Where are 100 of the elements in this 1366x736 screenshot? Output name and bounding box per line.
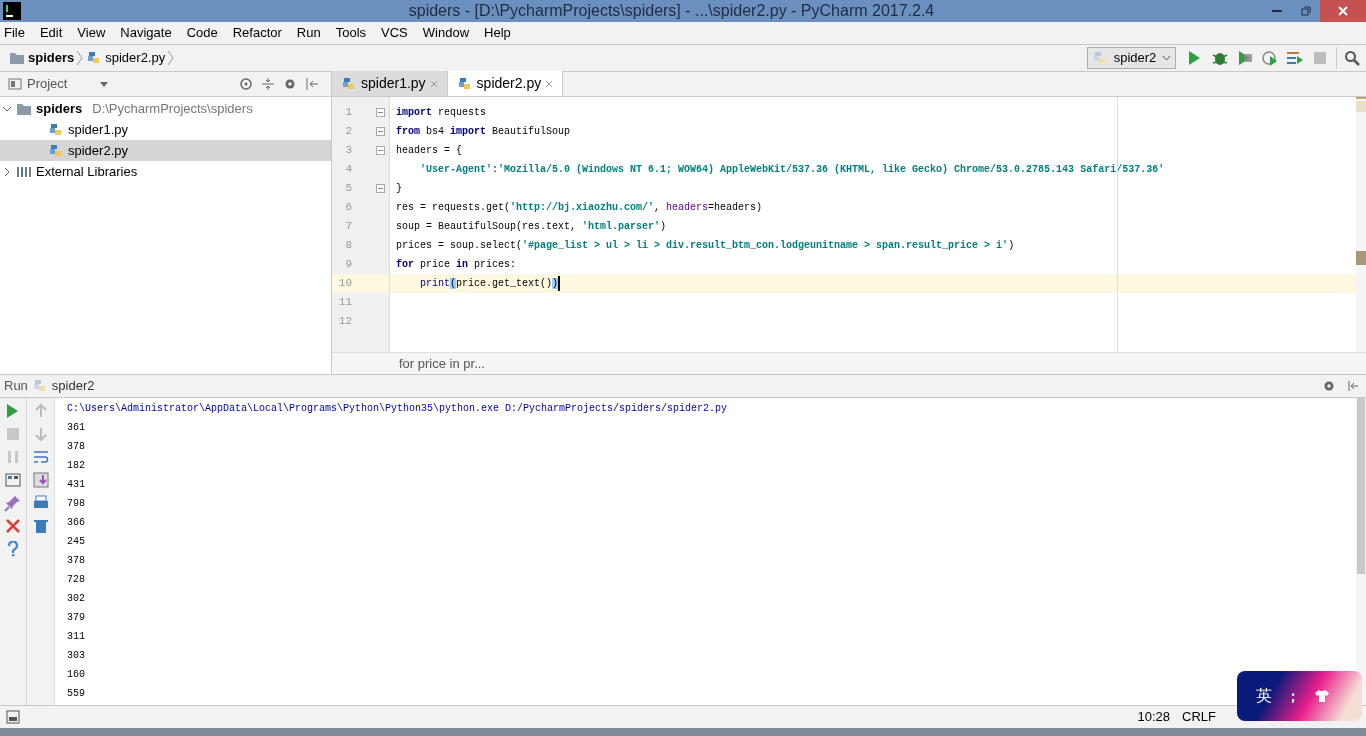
- code-line: prices = soup.select('#page_list > ul > li > div.result_btm_con.lodgeunitname > span.result_price > i'): [396, 239, 1015, 253]
- menu-item[interactable]: Refactor: [229, 23, 285, 43]
- line-number: 10: [337, 276, 352, 292]
- line-number: 11: [337, 295, 352, 311]
- code-breadcrumb[interactable]: for price in pr...: [399, 353, 485, 374]
- hide-panel-icon: [305, 77, 319, 91]
- console-line: 245: [67, 535, 85, 549]
- menu-item[interactable]: Run: [293, 23, 324, 43]
- close-icon: [429, 79, 438, 88]
- search-icon: [1343, 50, 1360, 66]
- code-line: print(price.get_text()): [419, 277, 559, 291]
- line-number: 9: [344, 257, 352, 273]
- close-button[interactable]: [1320, 0, 1366, 22]
- code-line: soup = BeautifulSoup(res.text, 'html.parser'): [396, 220, 667, 234]
- chevron-right-icon: [2, 166, 12, 177]
- pin-button[interactable]: [3, 493, 23, 512]
- python-file-icon: [48, 121, 64, 138]
- minimize-icon: [1272, 10, 1282, 12]
- pin-icon: [4, 493, 22, 512]
- tree-item[interactable]: External Libraries: [0, 161, 331, 182]
- scroll-to-end-icon: [31, 470, 50, 489]
- close-icon: [4, 516, 22, 535]
- run-panel-title: Run: [4, 377, 28, 396]
- code-line: 'User-Agent':'Mozilla/5.0 (Windows NT 6.1; WOW64) AppleWebKit/537.36 (KHTML, like Gecko) Chrome/53.0.2785.143 Safari/537.36': [419, 163, 1165, 177]
- console-line: 303: [67, 649, 85, 663]
- menu-item[interactable]: Code: [183, 23, 221, 43]
- shirt-icon[interactable]: [1314, 689, 1330, 703]
- line-number: 5: [344, 181, 352, 197]
- punctuation-mode-label[interactable]: ；: [1286, 685, 1300, 707]
- close-button[interactable]: [3, 516, 23, 535]
- profile-run-icon: [1260, 49, 1279, 67]
- tool-windows-icon: [6, 710, 20, 724]
- chevron-right-icon: [167, 50, 175, 66]
- console-line: 798: [67, 497, 85, 511]
- code-line: headers = {: [396, 144, 462, 158]
- menu-item[interactable]: Navigate: [117, 23, 175, 43]
- console-line: C:\Users\Administrator\AppData\Local\Programs\Python\Python35\python.exe D:/PycharmProjects/spiders/spider2.py: [67, 402, 728, 416]
- python-icon: [31, 378, 48, 394]
- console-line: 379: [67, 611, 85, 625]
- restore-icon: [1301, 6, 1311, 16]
- console-line: 728: [67, 573, 85, 587]
- run-configuration-dropdown[interactable]: spider2: [1087, 47, 1176, 69]
- editor-tab[interactable]: spider1.py: [332, 71, 448, 96]
- scroll-to-end-button[interactable]: [30, 470, 51, 489]
- code-line: import requests: [396, 106, 487, 120]
- concurrency-run-icon: [1285, 49, 1304, 67]
- console-line: 431: [67, 478, 85, 492]
- tree-item[interactable]: spider1.py: [0, 119, 331, 140]
- python-file-icon: [341, 75, 357, 92]
- close-icon: [1338, 6, 1348, 16]
- console-line: 361: [67, 421, 85, 435]
- menu-item[interactable]: File: [1, 23, 28, 43]
- menu-item[interactable]: VCS: [378, 23, 411, 43]
- caret-down-icon: [1162, 55, 1171, 61]
- line-number: 7: [344, 219, 352, 235]
- project-view-icon: [8, 77, 22, 91]
- project-view-dropdown[interactable]: Project: [8, 74, 108, 94]
- question-mark-icon: [7, 540, 19, 557]
- collapse-all-icon: [261, 77, 275, 91]
- editor-scrollbar[interactable]: [1356, 97, 1366, 352]
- breadcrumb-item[interactable]: spiders: [9, 48, 77, 68]
- console-line: 559: [67, 687, 85, 701]
- breadcrumb-item[interactable]: spider2.py: [86, 48, 168, 68]
- code-line: }: [396, 182, 402, 196]
- menu-item[interactable]: View: [74, 23, 109, 43]
- run-config-name: spider2: [51, 377, 95, 396]
- line-number: 6: [344, 200, 352, 216]
- console-line: 302: [67, 592, 85, 606]
- caret-position[interactable]: 10:28: [1137, 707, 1171, 727]
- menu-item[interactable]: Tools: [332, 23, 370, 43]
- menu-item[interactable]: Edit: [36, 23, 66, 43]
- line-number: 12: [337, 314, 352, 330]
- editor-tab[interactable]: spider2.py: [447, 71, 564, 96]
- menu-item[interactable]: Help: [481, 23, 514, 43]
- python-file-icon: [456, 75, 473, 92]
- app-logo-icon: [3, 2, 21, 20]
- console-line: 366: [67, 516, 85, 530]
- line-number: 1: [344, 105, 352, 121]
- tree-item[interactable]: spiders D:\PycharmProjects\spiders: [0, 98, 331, 119]
- line-separator[interactable]: CRLF: [1182, 707, 1216, 727]
- python-file-icon: [48, 142, 64, 159]
- text-cursor: [558, 276, 561, 291]
- tree-item[interactable]: spider2.py: [0, 140, 331, 161]
- caret-down-icon: [100, 81, 108, 87]
- console-line: 378: [67, 440, 85, 454]
- locate-icon: [239, 77, 253, 91]
- folder-icon: [9, 51, 25, 65]
- layout-button[interactable]: [3, 470, 23, 489]
- line-number: 8: [344, 238, 352, 254]
- chevron-right-icon: [76, 50, 84, 66]
- window-title: spiders - [D:\PycharmProjects\spiders] - ...\spider2.py - PyCharm 2017.2.4: [407, 1, 936, 21]
- console-line: 311: [67, 630, 85, 644]
- layout-icon: [4, 470, 22, 489]
- code-line: res = requests.get('http://bj.xiaozhu.com/', headers=headers): [396, 201, 763, 215]
- line-number: 4: [344, 162, 352, 178]
- console-line: 378: [67, 554, 85, 568]
- input-mode-label[interactable]: 英: [1256, 684, 1272, 708]
- menu-item[interactable]: Window: [419, 23, 473, 43]
- line-number: 2: [344, 124, 352, 140]
- hide-panel-icon: [1347, 380, 1359, 392]
